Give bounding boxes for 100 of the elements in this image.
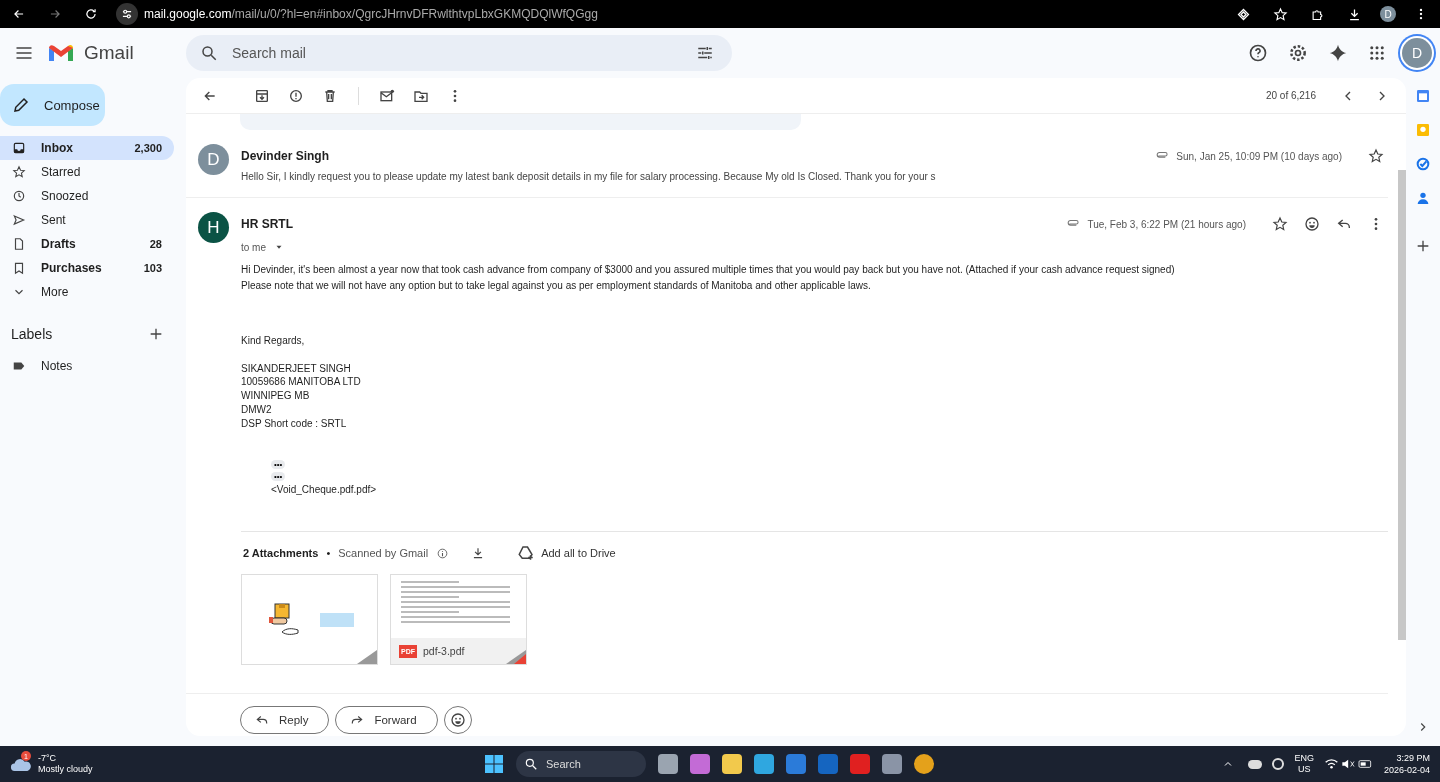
body-text: 10059686 MANITOBA LTD bbox=[241, 375, 362, 390]
sender-name: HR SRTL bbox=[241, 217, 293, 231]
drive-icon bbox=[517, 544, 536, 563]
clock-icon bbox=[12, 189, 26, 203]
add-label-button[interactable] bbox=[148, 326, 164, 342]
mark-unread-icon[interactable] bbox=[379, 87, 395, 104]
cloud-icon bbox=[10, 756, 32, 772]
sender-avatar: D bbox=[198, 144, 229, 175]
show-trimmed-button[interactable]: ••• bbox=[271, 472, 286, 482]
search-icon bbox=[524, 757, 538, 771]
calendar-icon[interactable] bbox=[1415, 88, 1431, 104]
tag-icon bbox=[12, 261, 26, 275]
address-bar[interactable]: mail.google.com/mail/u/0/?hl=en#inbox/QgrcJHrnvDFRwlthtvpLbxGKMQDQlWfQGgg bbox=[144, 7, 598, 21]
app-name: Gmail bbox=[84, 42, 134, 64]
body-text: SIKANDERJEET SINGH bbox=[241, 361, 352, 376]
sidebar-label: Drafts bbox=[41, 237, 76, 251]
quoted-text: <Void_Cheque.pdf.pdf> bbox=[271, 484, 378, 496]
sidebar-item[interactable]: Sent bbox=[0, 208, 174, 232]
label-item[interactable]: Notes bbox=[0, 354, 174, 378]
unread-count: 103 bbox=[143, 262, 162, 274]
page-curl-icon bbox=[357, 650, 377, 665]
send-icon bbox=[12, 213, 26, 227]
pencil-icon bbox=[12, 96, 30, 114]
body-text: WINNIPEG MB bbox=[241, 389, 311, 403]
search-options-icon[interactable] bbox=[696, 44, 714, 62]
sidebar-item[interactable]: More bbox=[0, 280, 174, 304]
message-date: Sun, Jan 25, 10:09 PM (10 days ago) bbox=[1176, 150, 1342, 162]
star-icon bbox=[12, 165, 26, 179]
labels-heading: Labels bbox=[11, 326, 53, 342]
taskbar-search[interactable]: Search bbox=[516, 751, 646, 777]
body-text: Kind Regards, bbox=[241, 334, 306, 348]
document-icon bbox=[12, 237, 26, 251]
smiley-icon bbox=[449, 712, 466, 729]
input-language[interactable]: ENG bbox=[1294, 753, 1314, 764]
app-icon[interactable] bbox=[850, 754, 870, 774]
sidebar-label: Inbox bbox=[41, 141, 73, 155]
add-app-button[interactable] bbox=[1415, 238, 1431, 254]
attachments-count: 2 Attachments bbox=[243, 547, 319, 560]
site-info-icon[interactable] bbox=[116, 3, 138, 25]
sidebar-item[interactable]: Inbox 2,300 bbox=[0, 136, 174, 160]
temperature: -7°C bbox=[38, 753, 58, 764]
system-tray-icons[interactable] bbox=[1323, 758, 1374, 770]
message-counter: 20 of 6,216 bbox=[1265, 90, 1316, 101]
report-spam-icon[interactable] bbox=[288, 87, 304, 104]
sidebar-item[interactable]: Snoozed bbox=[0, 184, 174, 208]
inbox-icon bbox=[12, 141, 26, 155]
scanned-label: Scanned by Gmail bbox=[338, 547, 429, 560]
settings-icon[interactable] bbox=[1288, 43, 1308, 63]
sender-avatar: H bbox=[198, 212, 229, 243]
body-text: DMW2 bbox=[241, 402, 273, 417]
sidebar-item[interactable]: Starred bbox=[0, 160, 174, 184]
delete-icon[interactable] bbox=[322, 87, 338, 104]
recipient-label: to me bbox=[241, 241, 266, 253]
compose-button[interactable]: Compose bbox=[0, 84, 105, 126]
sidebar-label: Starred bbox=[41, 165, 81, 179]
emoji-button[interactable] bbox=[443, 706, 472, 735]
bookmark-star-icon[interactable] bbox=[1273, 6, 1288, 22]
label-name: Notes bbox=[41, 359, 73, 373]
search-input[interactable]: Search mail bbox=[230, 35, 680, 71]
forward-button[interactable]: Forward bbox=[335, 706, 438, 735]
apps-grid-icon[interactable] bbox=[1368, 44, 1386, 62]
sidebar-label: Snoozed bbox=[41, 189, 89, 203]
archive-icon[interactable] bbox=[254, 87, 270, 104]
sidebar-item[interactable]: Purchases 103 bbox=[0, 256, 174, 280]
logo-block bbox=[319, 613, 354, 627]
star-button[interactable] bbox=[1368, 148, 1384, 164]
unread-count: 2,300 bbox=[134, 142, 162, 154]
emoji-button[interactable] bbox=[1304, 216, 1320, 232]
unread-count: 28 bbox=[149, 238, 162, 250]
start-button[interactable] bbox=[484, 754, 504, 774]
reload-button[interactable] bbox=[84, 7, 98, 21]
keyboard-layout[interactable]: US bbox=[1297, 764, 1311, 775]
sidebar-label: Purchases bbox=[41, 261, 102, 275]
person-icon[interactable] bbox=[1415, 190, 1431, 206]
message-date: Tue, Feb 3, 6:22 PM (21 hours ago) bbox=[1087, 218, 1246, 230]
page-curl-icon bbox=[506, 650, 526, 665]
reply-button[interactable]: Reply bbox=[240, 706, 330, 735]
sender-name: Devinder Singh bbox=[241, 149, 329, 163]
help-icon[interactable] bbox=[1248, 43, 1268, 63]
attachment-thumbnail[interactable] bbox=[241, 574, 378, 666]
sidebar-label: More bbox=[41, 285, 69, 299]
attachment-name: pdf-3.pdf bbox=[423, 645, 465, 658]
sidebar-label: Sent bbox=[41, 213, 66, 227]
body-text: Hi Devinder, it's been almost a year now that took cash advance from company of $3000 and you assured multiple times that you would pay back but you have not. (Attached if your cash advance request signed) bbox=[241, 263, 1176, 277]
extension-icon[interactable] bbox=[1236, 6, 1251, 22]
body-text: DSP Short code : SRTL bbox=[241, 416, 348, 431]
star-button[interactable] bbox=[1272, 216, 1288, 232]
message-snippet: Hello Sir, I kindly request you to please update my latest bank deposit details in my file for salary processing. Because My old Is Closed. Thank you for your s bbox=[241, 171, 937, 182]
sidebar-item[interactable]: Drafts 28 bbox=[0, 232, 174, 256]
bullet-separator: • bbox=[326, 547, 331, 560]
show-trimmed-button[interactable]: ••• bbox=[271, 460, 286, 470]
scrollbar[interactable] bbox=[1398, 170, 1406, 640]
sparkle-icon[interactable] bbox=[1328, 43, 1348, 63]
back-button[interactable] bbox=[12, 7, 26, 21]
tasks-icon[interactable] bbox=[1415, 156, 1431, 172]
weather-condition: Mostly cloudy bbox=[38, 764, 93, 775]
clock-date[interactable]: 2026-02-04 bbox=[1383, 764, 1430, 776]
search-field[interactable]: Search mail bbox=[186, 35, 732, 71]
clock-time[interactable]: 3:29 PM bbox=[1396, 752, 1430, 764]
add-to-drive-button[interactable]: Add all to Drive bbox=[511, 543, 622, 564]
